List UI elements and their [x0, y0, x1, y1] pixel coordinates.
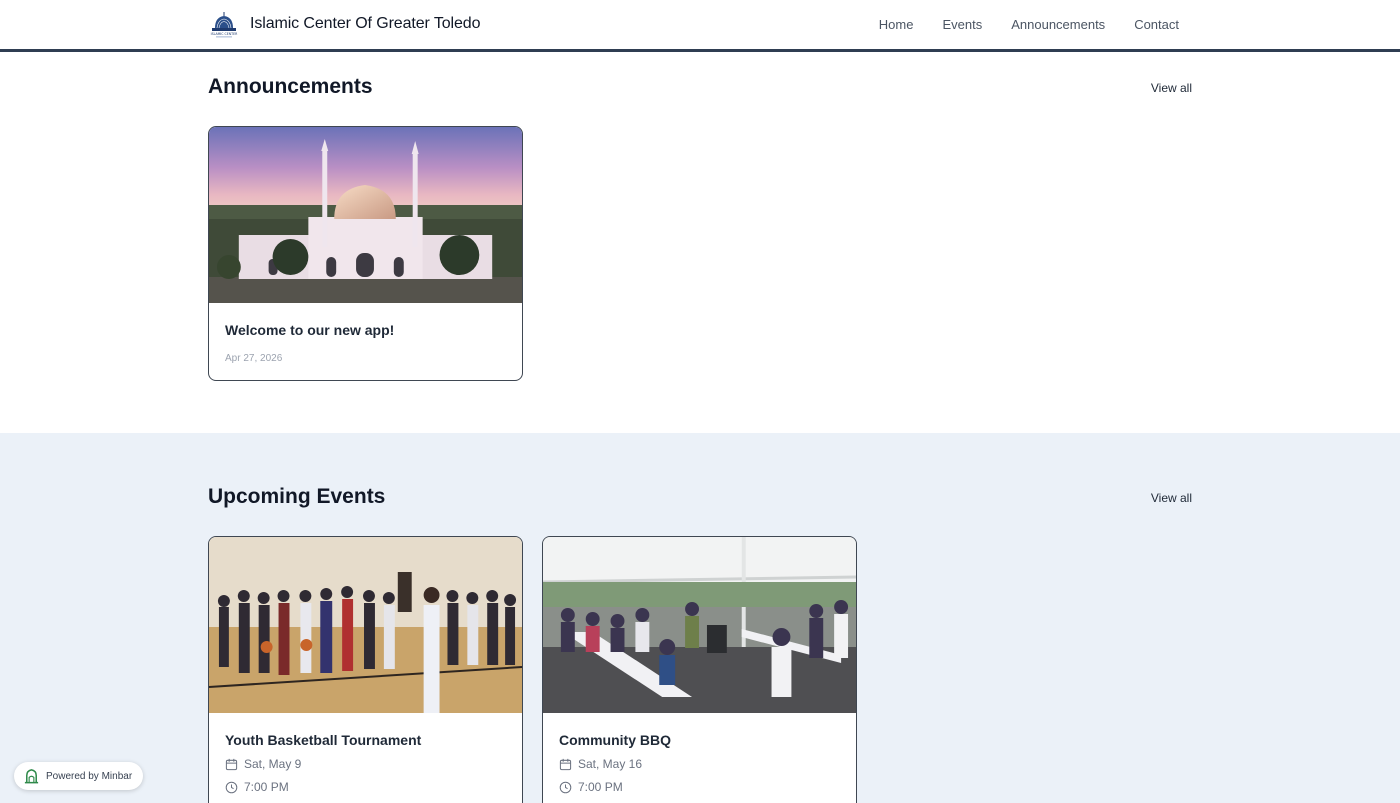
- event-time: 7:00 PM: [244, 780, 289, 794]
- events-title: Upcoming Events: [208, 485, 386, 508]
- announcements-title: Announcements: [208, 75, 373, 98]
- minbar-icon: [24, 768, 39, 783]
- nav-announcements[interactable]: Announcements: [1011, 17, 1105, 32]
- bbq-event-photo: [543, 537, 856, 713]
- event-title: Youth Basketball Tournament: [225, 732, 422, 748]
- event-title: Community BBQ: [559, 732, 671, 748]
- announcements-view-all-link[interactable]: View all: [1151, 81, 1192, 95]
- announcement-card[interactable]: Welcome to our new app! Apr 27, 2026: [208, 126, 523, 381]
- announcement-date: Apr 27, 2026: [225, 353, 283, 364]
- powered-by-minbar-badge[interactable]: Powered by Minbar: [14, 762, 144, 790]
- event-date: Sat, May 9: [244, 757, 302, 771]
- main-nav: Home Events Announcements Contact: [850, 17, 1179, 32]
- clock-icon: [225, 781, 238, 793]
- calendar-icon: [225, 758, 238, 770]
- basketball-event-photo: [209, 537, 522, 713]
- mosque-logo-icon: ISLAMIC CENTER: [211, 12, 239, 38]
- calendar-icon: [559, 758, 572, 770]
- nav-home[interactable]: Home: [879, 17, 914, 32]
- clock-icon: [559, 781, 572, 793]
- mosque-photo: [209, 127, 522, 303]
- events-view-all-link[interactable]: View all: [1151, 491, 1192, 505]
- event-card[interactable]: Community BBQ Sat, May 16 7:00 PM: [542, 536, 857, 803]
- event-date: Sat, May 16: [578, 757, 643, 771]
- event-card[interactable]: Youth Basketball Tournament Sat, May 9 7…: [208, 536, 523, 803]
- announcement-title: Welcome to our new app!: [225, 322, 395, 338]
- event-time: 7:00 PM: [578, 780, 623, 794]
- event-time-row: 7:00 PM: [559, 780, 840, 794]
- nav-contact[interactable]: Contact: [1134, 17, 1179, 32]
- brand[interactable]: ISLAMIC CENTER Islamic Center Of Greater…: [209, 9, 480, 39]
- site-name: Islamic Center Of Greater Toledo: [250, 15, 481, 32]
- event-date-row: Sat, May 9: [225, 757, 506, 771]
- nav-events[interactable]: Events: [942, 17, 982, 32]
- logo-wordmark: ISLAMIC CENTER: [211, 32, 239, 36]
- event-time-row: 7:00 PM: [225, 780, 506, 794]
- event-date-row: Sat, May 16: [559, 757, 840, 771]
- site-header: ISLAMIC CENTER Islamic Center Of Greater…: [0, 0, 1400, 52]
- powered-by-label: Powered by Minbar: [46, 770, 133, 782]
